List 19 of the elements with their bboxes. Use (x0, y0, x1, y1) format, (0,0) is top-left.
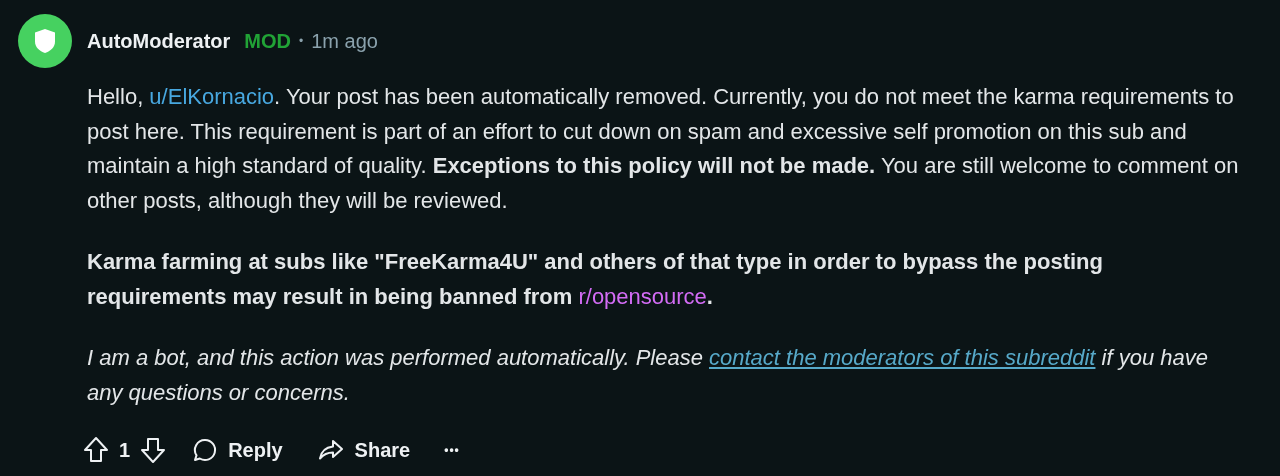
comment-icon (192, 437, 219, 463)
username-link[interactable]: u/ElKornacio (149, 84, 275, 109)
shield-avatar-icon (18, 14, 72, 68)
timestamp: 1m ago (311, 29, 378, 53)
comment-paragraph: Karma farming at subs like "FreeKarma4U" and others of that type in order to bypass the posting requirements may result in being banned from r/opensource. (87, 248, 1104, 311)
reply-button[interactable]: Reply (188, 431, 287, 469)
mod-flair: MOD (244, 29, 291, 53)
share-button[interactable]: Share (312, 432, 415, 468)
more-options-button[interactable]: ••• (440, 437, 464, 463)
comment-paragraph: I am a bot, and this action was performed automatically. Please contact the moderators of this subreddit if you have any questions or concerns. (87, 344, 1209, 407)
upvote-icon[interactable] (83, 436, 109, 464)
subreddit-link[interactable]: r/opensource (578, 283, 707, 309)
vote-count: 1 (119, 438, 131, 462)
share-arrow-icon (316, 438, 345, 462)
downvote-icon[interactable] (140, 436, 167, 464)
separator-dot: • (299, 34, 304, 48)
comment-paragraph: Hello, u/ElKornacio. Your post has been automatically removed. Currently, you do not meet the karma requirements to post here. This requirement is part of an effort to cut down on spam and excessive self promotion on this sub and maintain a high standard of quality. Exceptions to this policy will not be made. You are still welcome to comment on other posts, although they will be reviewed. (87, 83, 1240, 215)
contact-link[interactable]: contact the moderators of this subreddit (709, 345, 1096, 370)
author-name[interactable]: AutoModerator (87, 29, 231, 53)
